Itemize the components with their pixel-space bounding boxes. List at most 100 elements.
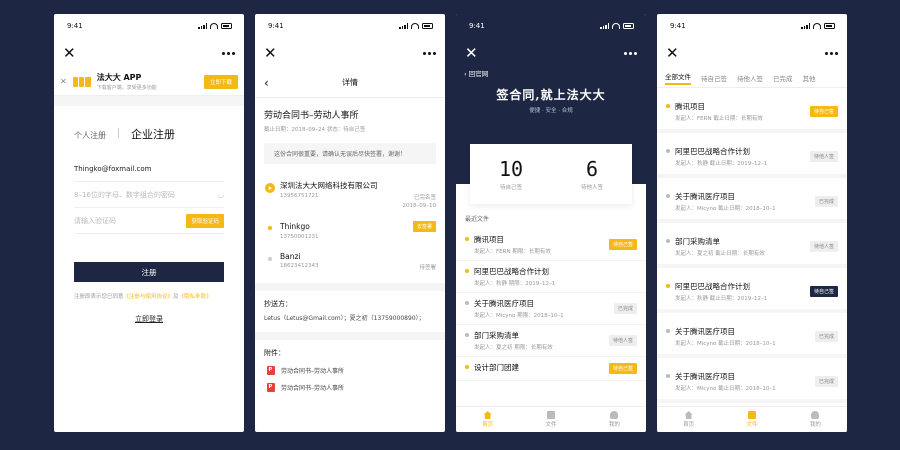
terms-link[interactable]: 《注册与使用协议》 [124, 294, 174, 300]
file-list-item[interactable]: 关于腾讯医疗项目 发起人：Micyno 截止日期：2018–10–1 已完成 [657, 364, 847, 399]
battery-icon [824, 23, 835, 29]
file-card: 关于腾讯医疗项目 发起人：Micyno 截止日期：2018–10–1 已完成 [657, 319, 847, 358]
file-name: 关于腾讯医疗项目 [474, 299, 534, 308]
file-meta: 发起人：Micyno 期限：2018–10–1 [474, 313, 564, 319]
close-icon[interactable]: ✕ [63, 45, 76, 61]
close-icon[interactable]: ✕ [264, 45, 277, 61]
privacy-link[interactable]: 《隐私条款》 [179, 294, 212, 300]
contract-meta: 截止日期：2018–09–24 状态：待自己签 [264, 127, 366, 133]
tab-me[interactable]: 我的 [583, 407, 646, 432]
user-icon [610, 411, 619, 419]
tab-bar: 首页 文件 我的 [456, 406, 646, 432]
email-field[interactable]: Thingko@foxmail.com [74, 156, 224, 182]
login-link[interactable]: 立即登录 [54, 314, 244, 324]
file-list-item[interactable]: 阿里巴巴战略合作计划 发起人：秋静 截止日期：2019–12–1 待他人签 [657, 139, 847, 174]
file-name: 腾讯项目 [474, 235, 504, 244]
tab-other[interactable]: 其他 [803, 73, 816, 83]
tab-files[interactable]: 文件 [519, 407, 582, 432]
file-list-item[interactable]: 腾讯项目 发起人：FERN 截止日期：长期有效 待自己签 [657, 94, 847, 129]
status-dot [666, 329, 670, 333]
tab-others-sign[interactable]: 待他人签 [737, 73, 763, 83]
file-meta: 发起人：FERN 期限：长期有效 [474, 249, 551, 255]
file-name: 部门采购清单 [675, 237, 720, 246]
file-list-item[interactable]: 阿里巴巴战略合作计划 发起人：秋静 期限：2019–12–1 [456, 261, 646, 293]
close-icon[interactable]: ✕ [666, 45, 679, 61]
home-icon [483, 411, 492, 419]
download-button[interactable]: 立即下载 [203, 74, 238, 89]
status-tag: 待他人签 [809, 151, 838, 162]
back-icon: ‹ [464, 70, 467, 78]
file-list-item[interactable]: 部门采购清单 发起人：夏之初 截止日期：长期有效 待他人签 [657, 229, 847, 264]
tab-files[interactable]: 文件 [720, 407, 783, 432]
notice-box: 这份合同很重要，请确认无误后尽快签署，谢谢！ [264, 143, 436, 164]
stat-others-sign[interactable]: 6 待他人签 [581, 157, 603, 191]
status-tag: 待自己签 [608, 239, 637, 250]
status-dot [465, 269, 469, 273]
file-list-item[interactable]: 关于腾讯医疗项目 发起人：Micyno 期限：2018–10–1 已完成 [456, 293, 646, 325]
status-bar: 9:41 [54, 14, 244, 38]
status-tag: 待自己签 [809, 286, 838, 297]
tab-label: 首页 [683, 422, 695, 428]
party-status: 待签署 [419, 265, 436, 271]
close-icon[interactable]: ✕ [465, 45, 478, 61]
status-tag: 待自己签 [809, 106, 838, 117]
tab-self-sign[interactable]: 待自己签 [701, 73, 727, 83]
app-download-banner: ✕ 法大大 APP 下载客户端，享受更多功能 立即下载 [54, 68, 244, 96]
file-list-item[interactable]: 阿里巴巴战略合作计划 发起人：秋静 截止日期：2019–12–1 待自己签 [657, 274, 847, 309]
tab-enterprise-register[interactable]: 企业注册 [131, 126, 175, 142]
verification-code-field[interactable]: 请输入验证码 获取验证码 [74, 208, 224, 234]
tab-personal-register[interactable]: 个人注册 [74, 130, 106, 141]
file-list-item[interactable]: 关于腾讯医疗项目 发起人：Micyno 截止日期：2018–10–1 已完成 [657, 184, 847, 219]
attachment-item[interactable]: 劳动合同书–劳动人事所 [255, 362, 445, 379]
file-list: 腾讯项目 发起人：FERN 截止日期：长期有效 待自己签 阿里巴巴战略合作计划 发起人：… [657, 94, 847, 403]
status-dot [465, 237, 469, 241]
party-phone: 13956751721 [280, 193, 319, 199]
file-list-item[interactable]: 部门采购清单 发起人：夏之初 期限：长期有效 待他人签 [456, 325, 646, 357]
register-tabs: 个人注册 企业注册 [54, 106, 244, 142]
more-icon[interactable] [423, 51, 436, 55]
tab-separator [118, 128, 119, 138]
fadada-logo-icon [72, 76, 91, 87]
banner-close-icon[interactable]: ✕ [60, 77, 67, 86]
attachment-name: 劳动合同书–劳动人事所 [281, 385, 345, 392]
wifi-icon [210, 23, 218, 29]
password-field[interactable]: 8–16位的字母、数字组合的密码 ◡ [74, 182, 224, 208]
status-dot [465, 365, 469, 369]
status-dot [666, 239, 670, 243]
status-bar: 9:41 [657, 14, 847, 38]
tab-home[interactable]: 首页 [456, 407, 519, 432]
file-name: 腾讯项目 [675, 102, 705, 111]
status-time: 9:41 [469, 22, 485, 30]
banner-title: 法大大 APP [96, 73, 142, 82]
tab-home[interactable]: 首页 [657, 407, 720, 432]
tab-completed[interactable]: 已完成 [773, 73, 793, 83]
file-list-item[interactable]: 设计部门团建 待自己签 [456, 357, 646, 381]
status-dot [465, 333, 469, 337]
stat-self-sign[interactable]: 10 待自己签 [499, 157, 523, 191]
tab-label: 文件 [545, 422, 557, 428]
file-list-item[interactable]: 关于腾讯医疗项目 发起人：Micyno 截止日期：2018–10–1 已完成 [657, 319, 847, 354]
file-name: 设计部门团建 [474, 363, 519, 372]
register-screen: 9:41 ✕ ✕ 法大大 APP 下载客户端，享受更多功能 立即下载 个人注册 企… [54, 14, 244, 432]
more-icon[interactable] [222, 51, 235, 55]
tab-all-files[interactable]: 全部文件 [665, 71, 691, 85]
register-button[interactable]: 注册 [74, 262, 224, 282]
file-meta: 发起人：夏之初 截止日期：长期有效 [675, 251, 765, 257]
sign-now-button[interactable]: 去签署 [412, 221, 436, 232]
divider [255, 332, 445, 340]
more-icon[interactable] [624, 51, 637, 55]
tab-me[interactable]: 我的 [784, 407, 847, 432]
eye-hidden-icon[interactable]: ◡ [218, 191, 224, 199]
banner-subtitle: 下载客户端，享受更多功能 [96, 85, 157, 91]
file-name: 阿里巴巴战略合作计划 [675, 282, 750, 291]
more-icon[interactable] [825, 51, 838, 55]
stat-label: 待自己签 [500, 185, 523, 191]
attachment-item[interactable]: 劳动合同书–劳动人事所 [255, 379, 445, 396]
wifi-icon [411, 23, 419, 29]
party-name: Banzi [280, 252, 301, 261]
file-card: 关于腾讯医疗项目 发起人：Micyno 截止日期：2018–10–1 已完成 [657, 364, 847, 403]
get-code-button[interactable]: 获取验证码 [186, 213, 224, 228]
file-list-item[interactable]: 腾讯项目发起人：FERN 期限：长期有效 待自己签 [456, 229, 646, 261]
wifi-icon [612, 23, 620, 29]
back-to-website-link[interactable]: ‹ 回官网 [456, 68, 646, 78]
